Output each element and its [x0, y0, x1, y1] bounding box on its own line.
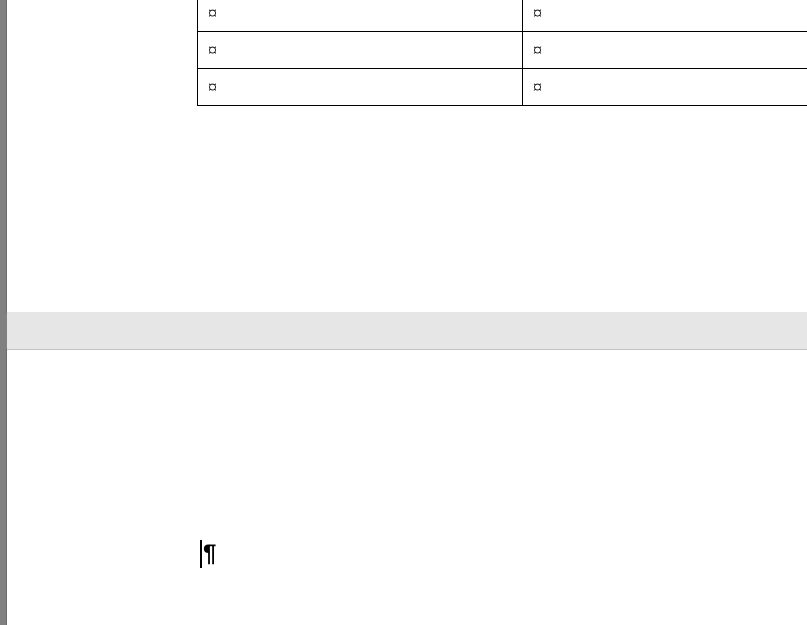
table-row[interactable]: ¤ ¤	[198, 32, 807, 69]
page-gap	[7, 312, 807, 350]
table-cell[interactable]: ¤	[523, 69, 807, 106]
document-page-1[interactable]: ¤ ¤ ¤ ¤ ¤ ¤	[7, 0, 807, 312]
table-cell[interactable]: ¤	[198, 32, 523, 69]
table-row[interactable]: ¤ ¤	[198, 69, 807, 106]
table-cell[interactable]: ¤	[198, 0, 523, 32]
table-cell[interactable]: ¤	[198, 69, 523, 106]
table-cell[interactable]: ¤	[523, 0, 807, 32]
document-page-2[interactable]: ¶	[7, 350, 807, 625]
document-table[interactable]: ¤ ¤ ¤ ¤ ¤ ¤	[197, 0, 807, 106]
document-viewport: ¤ ¤ ¤ ¤ ¤ ¤ ¶	[0, 0, 807, 625]
paragraph-mark-icon: ¶	[200, 540, 216, 568]
table-cell[interactable]: ¤	[523, 32, 807, 69]
table-row[interactable]: ¤ ¤	[198, 0, 807, 32]
